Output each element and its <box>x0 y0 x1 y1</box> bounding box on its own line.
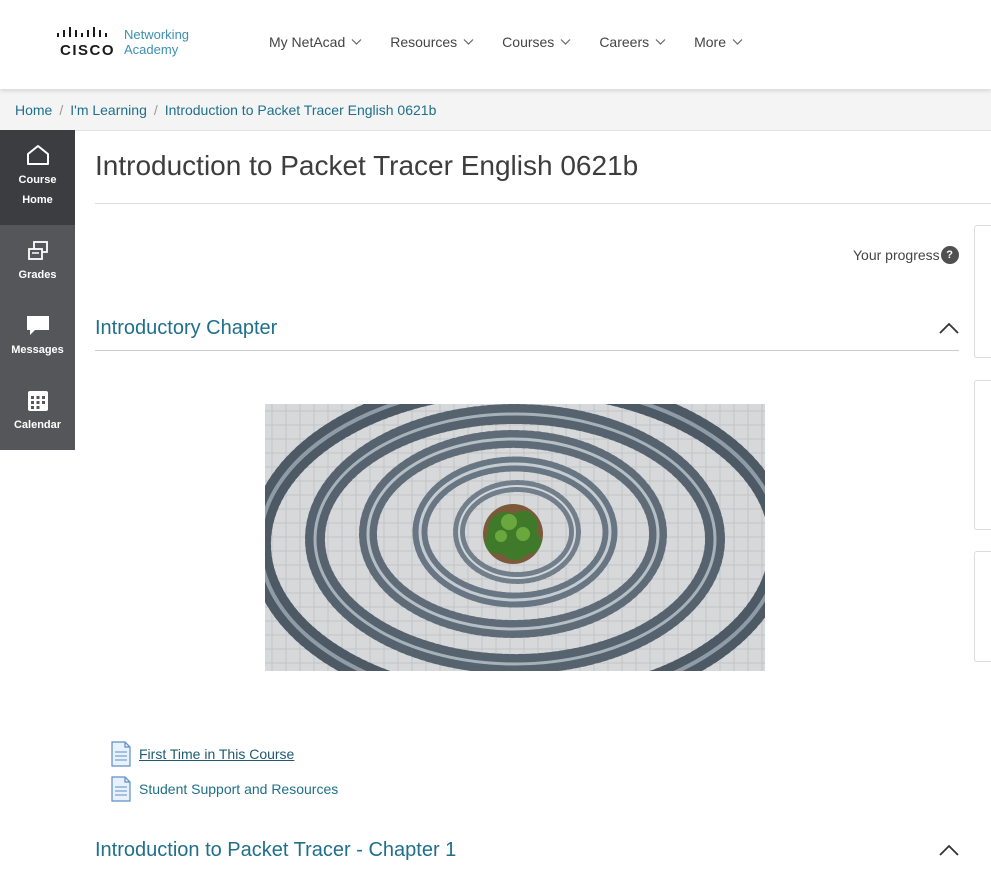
chevron-down-icon <box>655 39 666 45</box>
breadcrumb-course[interactable]: Introduction to Packet Tracer English 06… <box>165 102 437 118</box>
breadcrumb-home[interactable]: Home <box>15 102 52 118</box>
side-block-card <box>974 551 991 662</box>
title-divider <box>95 203 991 204</box>
nav-my-netacad[interactable]: My NetAcad <box>269 34 362 50</box>
nav-more[interactable]: More <box>694 34 743 50</box>
section-image <box>265 404 765 671</box>
rail-grades[interactable]: Grades <box>0 225 75 300</box>
chevron-down-icon <box>732 39 743 45</box>
rail-label: Calendar <box>13 419 62 431</box>
progress-indicator: Your progress ? <box>853 246 959 264</box>
rail-messages[interactable]: Messages <box>0 300 75 375</box>
nav-label: Resources <box>390 34 458 50</box>
cisco-wordmark: CISCO <box>60 42 116 59</box>
chevron-up-icon[interactable] <box>939 322 959 334</box>
chevron-up-icon[interactable] <box>939 844 959 856</box>
rail-calendar[interactable]: Calendar <box>0 375 75 450</box>
course-side-rail: Course Home Grades Messages Calendar <box>0 130 75 450</box>
side-block-card <box>974 225 991 358</box>
progress-label: Your progress <box>853 247 940 263</box>
section-title-chapter-1[interactable]: Introduction to Packet Tracer - Chapter … <box>95 839 456 862</box>
nav-label: Courses <box>502 34 555 50</box>
breadcrumb-separator: / <box>153 102 158 118</box>
messages-icon <box>26 316 49 335</box>
resource-first-time[interactable]: First Time in This Course <box>110 741 294 767</box>
chevron-down-icon <box>560 39 571 45</box>
main-nav: My NetAcad Resources Courses Careers Mor… <box>269 34 771 50</box>
page-title: Introduction to Packet Tracer English 06… <box>95 150 639 181</box>
rail-course-home[interactable]: Course Home <box>0 130 75 225</box>
top-header: CISCO Networking Academy My NetAcad Reso… <box>0 0 991 89</box>
rail-label: Messages <box>11 344 64 356</box>
breadcrumb-separator: / <box>59 102 64 118</box>
nav-label: More <box>694 34 727 50</box>
resource-student-support[interactable]: Student Support and Resources <box>110 776 338 802</box>
file-icon <box>111 741 131 767</box>
brand-line-1: Networking <box>124 27 190 42</box>
nav-courses[interactable]: Courses <box>502 34 571 50</box>
chevron-down-icon <box>463 39 474 45</box>
breadcrumb: Home / I'm Learning / Introduction to Pa… <box>15 102 436 118</box>
rail-label: Course <box>18 174 57 186</box>
cisco-bars-icon <box>57 27 107 37</box>
breadcrumb-im-learning[interactable]: I'm Learning <box>70 102 147 118</box>
chevron-down-icon <box>351 39 362 45</box>
networking-academy-wordmark: Networking Academy <box>124 27 189 57</box>
file-icon <box>111 776 131 802</box>
help-icon[interactable]: ? <box>940 246 959 264</box>
nav-label: My NetAcad <box>269 34 346 50</box>
grades-icon <box>27 241 48 260</box>
cisco-networking-academy-logo[interactable]: CISCO Networking Academy <box>55 27 195 61</box>
brand-line-2: Academy <box>124 42 179 57</box>
nav-resources[interactable]: Resources <box>390 34 474 50</box>
home-icon <box>26 145 49 165</box>
nav-label: Careers <box>599 34 650 50</box>
resource-link[interactable]: Student Support and Resources <box>139 781 338 797</box>
rail-label: Home <box>22 194 53 206</box>
resource-link[interactable]: First Time in This Course <box>139 746 294 762</box>
rail-label: Grades <box>18 269 57 281</box>
section-divider <box>95 350 959 351</box>
section-title-introductory[interactable]: Introductory Chapter <box>95 317 277 340</box>
spiral-staircase-image <box>265 404 765 671</box>
breadcrumb-bar: Home / I'm Learning / Introduction to Pa… <box>0 89 991 131</box>
side-block-card <box>974 380 991 530</box>
calendar-icon <box>27 391 48 411</box>
nav-careers[interactable]: Careers <box>599 34 666 50</box>
